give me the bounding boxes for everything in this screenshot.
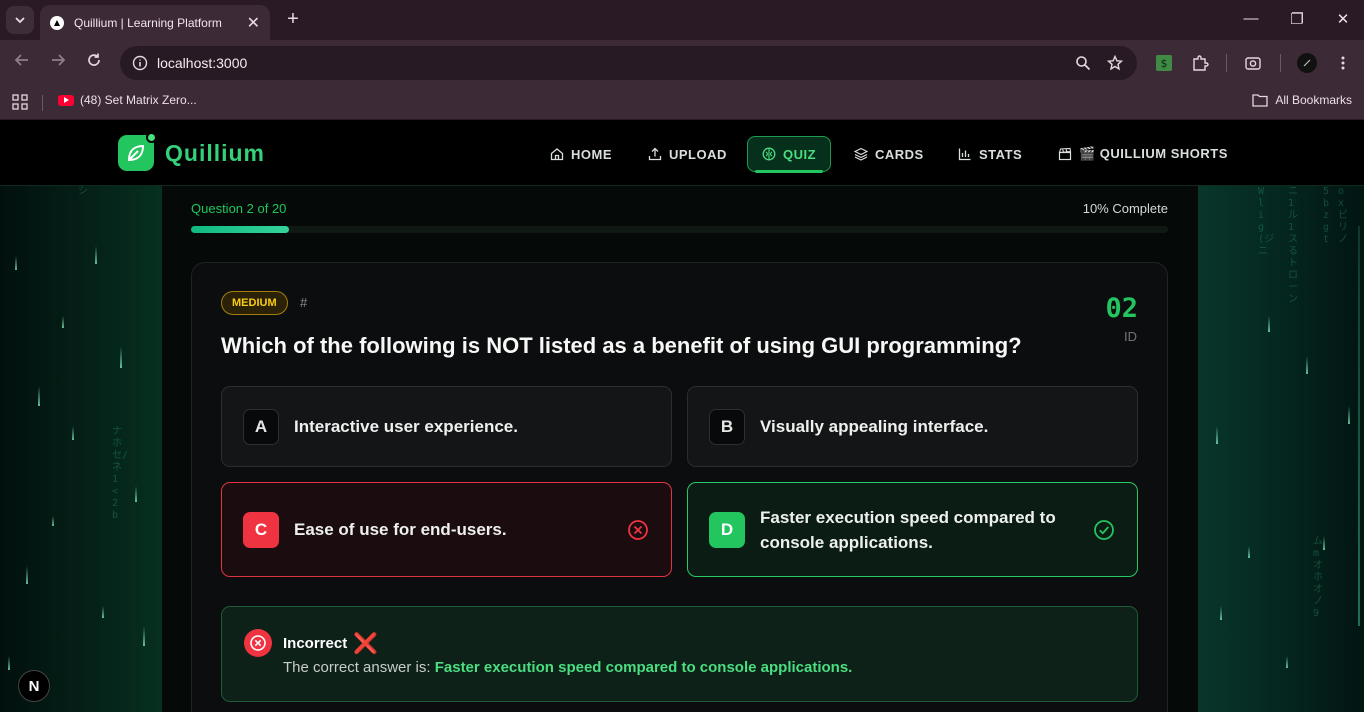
cross-mark-icon: ❌ <box>353 633 379 655</box>
matrix-rain-right: Wlig(ジニ ニ1ル1スるトローン 5bzgt oxビリノ ムmオホオノ9 <box>1198 186 1364 712</box>
nav-quillium-shorts[interactable]: 🎬 QUILLIUM SHORTS <box>1058 136 1228 172</box>
option-d[interactable]: D Faster execution speed compared to con… <box>687 482 1138 577</box>
question-id-label: ID <box>1124 329 1137 344</box>
browser-menu-icon[interactable] <box>1333 53 1353 73</box>
back-button[interactable] <box>11 52 33 73</box>
question-text: Which of the following is NOT listed as … <box>221 333 1022 358</box>
arrow-left-icon <box>14 54 28 66</box>
option-letter: C <box>243 511 279 548</box>
hash-tag: # <box>300 295 308 310</box>
zoom-icon[interactable] <box>1073 55 1093 71</box>
home-icon <box>550 148 564 161</box>
check-circle-icon <box>1094 519 1114 540</box>
site-info-icon[interactable] <box>130 53 150 73</box>
nav-quillium-shorts-label: 🎬 QUILLIUM SHORTS <box>1079 146 1228 161</box>
nav-quiz[interactable]: QUIZ <box>747 136 832 172</box>
option-letter: A <box>243 408 279 445</box>
option-text: Ease of use for end-users. <box>294 520 507 539</box>
tab-search-dropdown[interactable] <box>6 6 34 34</box>
forward-button[interactable] <box>47 52 69 73</box>
option-text: Visually appealing interface. <box>760 417 989 436</box>
quillium-page: ナホセ/ネ1<2b シ Wlig(ジニ ニ1ル1スるトローン 5bzgt oxビ… <box>0 121 1364 712</box>
youtube-icon <box>58 94 74 106</box>
brain-icon <box>762 147 776 161</box>
bookmarks-divider <box>42 95 43 111</box>
feedback-title-text: Incorrect <box>283 635 348 652</box>
new-tab-button[interactable]: + <box>283 8 303 31</box>
upload-icon <box>648 147 662 161</box>
favicon-icon <box>50 15 64 30</box>
option-text: Faster execution speed compared to conso… <box>760 507 1056 552</box>
nav-stats[interactable]: STATS <box>958 136 1022 172</box>
browser-tab[interactable]: Quillium | Learning Platform ✕ <box>40 5 270 40</box>
option-c[interactable]: C Ease of use for end-users. <box>221 482 672 577</box>
incorrect-icon <box>244 629 272 657</box>
screenshot-icon[interactable] <box>1243 53 1263 73</box>
all-bookmarks-label: All Bookmarks <box>1275 93 1352 107</box>
question-counter: Question 2 of 20 <box>191 201 287 216</box>
bookmarks-bar: (48) Set Matrix Zero... All Bookmarks <box>0 86 1364 120</box>
x-circle-icon <box>628 519 648 540</box>
url-text[interactable]: localhost:3000 <box>157 55 1073 71</box>
browser-toolbar: localhost:3000 $ <box>0 40 1364 86</box>
brand-name[interactable]: Quillium <box>165 140 265 167</box>
answer-feedback: Incorrect ❌ The correct answer is: Faste… <box>221 606 1138 702</box>
leaf-icon <box>127 144 145 162</box>
difficulty-badge: MEDIUM <box>221 291 288 315</box>
toolbar-divider <box>1226 54 1227 72</box>
option-b[interactable]: B Visually appealing interface. <box>687 386 1138 467</box>
nav-quiz-label: QUIZ <box>783 146 817 162</box>
option-text: Interactive user experience. <box>294 417 518 436</box>
active-tab-indicator <box>755 170 823 173</box>
top-navbar: Quillium HOME UPLOAD QUIZ CARDS STATS 🎬 … <box>0 121 1364 186</box>
nav-home[interactable]: HOME <box>550 136 612 172</box>
feedback-title: Incorrect ❌ <box>283 631 378 656</box>
bookmark-star-icon[interactable] <box>1105 55 1125 71</box>
nav-home-label: HOME <box>571 146 612 162</box>
extensions-puzzle-icon[interactable] <box>1190 53 1210 73</box>
svg-text:$: $ <box>1161 57 1168 70</box>
arrow-right-icon <box>52 54 66 66</box>
nav-upload-label: UPLOAD <box>669 146 727 162</box>
option-letter: D <box>709 511 745 548</box>
bookmark-label: (48) Set Matrix Zero... <box>80 93 197 107</box>
question-id: 02 <box>1105 293 1138 324</box>
progress-bar-fill <box>191 226 289 233</box>
chevron-down-icon <box>15 17 25 24</box>
close-window-button[interactable]: ✕ <box>1333 10 1353 28</box>
correct-answer-text: Faster execution speed compared to conso… <box>434 659 853 676</box>
reload-icon <box>88 53 100 66</box>
all-bookmarks-button[interactable]: All Bookmarks <box>1252 93 1352 107</box>
reload-button[interactable] <box>83 52 105 73</box>
nav-stats-label: STATS <box>979 146 1023 162</box>
bar-chart-icon <box>958 148 971 161</box>
clapperboard-icon <box>1058 147 1072 161</box>
option-letter: B <box>709 408 745 445</box>
apps-grid-icon[interactable] <box>12 94 28 110</box>
progress-bar <box>191 226 1168 233</box>
nav-cards-label: CARDS <box>875 146 924 162</box>
percent-complete: 10% Complete <box>1082 201 1168 216</box>
question-card: MEDIUM # 02 ID Which of the following is… <box>191 262 1168 712</box>
address-bar[interactable]: localhost:3000 <box>120 46 1137 80</box>
nextjs-dev-badge[interactable]: N <box>18 670 50 702</box>
logo-status-dot <box>146 132 157 143</box>
option-a[interactable]: A Interactive user experience. <box>221 386 672 467</box>
bookmark-youtube-item[interactable]: (48) Set Matrix Zero... <box>58 93 197 107</box>
layers-icon <box>854 147 868 161</box>
matrix-rain-left: ナホセ/ネ1<2b シ <box>0 186 162 712</box>
profile-avatar-icon[interactable] <box>1297 53 1317 73</box>
maximize-button[interactable]: ❐ <box>1287 10 1307 28</box>
extension-dollar-icon[interactable]: $ <box>1154 53 1174 73</box>
tab-title: Quillium | Learning Platform <box>74 15 222 30</box>
minimize-button[interactable]: — <box>1241 10 1261 27</box>
toolbar-divider <box>1280 54 1281 72</box>
tab-close-button[interactable]: ✕ <box>247 13 260 33</box>
browser-tab-bar: Quillium | Learning Platform ✕ + — ❐ ✕ <box>0 0 1364 40</box>
feedback-body: The correct answer is: Faster execution … <box>283 659 852 676</box>
nav-upload[interactable]: UPLOAD <box>648 136 727 172</box>
feedback-prefix: The correct answer is: <box>283 659 435 676</box>
folder-icon <box>1252 94 1268 107</box>
nav-cards[interactable]: CARDS <box>854 136 924 172</box>
